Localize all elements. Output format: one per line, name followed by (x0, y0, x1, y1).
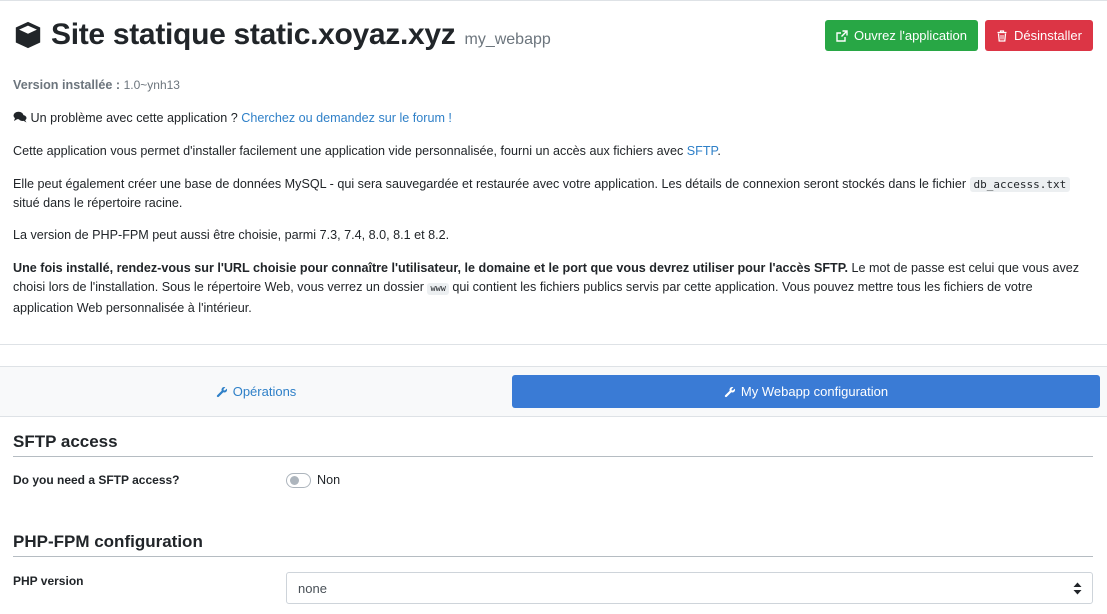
app-id: my_webapp (464, 31, 551, 48)
desc-p1-text: Cette application vous permet d'installe… (13, 144, 684, 158)
forum-text: Un problème avec cette application ? (30, 111, 238, 125)
app-info-page: Site statique static.xoyaz.xyz my_webapp… (0, 0, 1107, 614)
wrench-icon (724, 386, 735, 397)
php-version-label: PHP version (13, 574, 84, 588)
trash-icon (997, 29, 1007, 42)
sftp-question-label: Do you need a SFTP access? (13, 473, 180, 487)
tab-operations-label: Opérations (232, 384, 297, 399)
page-title: Site statique static.xoyaz.xyz (51, 18, 456, 51)
sftp-link[interactable]: SFTP (687, 144, 718, 158)
sort-arrows-icon (1073, 582, 1082, 595)
desc-p1-end: . (717, 144, 721, 158)
desc-p2-text: Elle peut également créer une base de do… (13, 177, 967, 191)
toggle-knob (290, 476, 299, 485)
open-app-label: Ouvrez l'application (853, 28, 968, 43)
db-file-code: db_accesss.txt (969, 177, 1071, 192)
tabs-bar: Opérations My Webapp configuration (0, 366, 1107, 417)
forum-link[interactable]: Cherchez ou demandez sur le forum ! (241, 111, 452, 125)
www-folder-code: www (427, 283, 449, 295)
uninstall-button[interactable]: Désinstaller (985, 20, 1093, 51)
divider (0, 344, 1107, 345)
version-label: Version installée : (13, 78, 121, 92)
version-value: 1.0~ynh13 (123, 78, 180, 92)
tab-operations[interactable]: Opérations (7, 375, 505, 408)
open-app-button[interactable]: Ouvrez l'application (825, 20, 978, 51)
forum-help: Un problème avec cette application ? Che… (13, 109, 1093, 128)
php-section-title: PHP-FPM configuration (13, 532, 1093, 557)
tab-webapp-config[interactable]: My Webapp configuration (512, 375, 1100, 408)
cube-icon (15, 21, 41, 49)
description-paragraph-1: Cette application vous permet d'installe… (13, 142, 1093, 161)
description-paragraph-4: Une fois installé, rendez-vous sur l'URL… (13, 259, 1093, 318)
desc-p4-bold: Une fois installé, rendez-vous sur l'URL… (13, 261, 849, 275)
comments-icon (13, 111, 27, 123)
wrench-icon (216, 386, 227, 397)
sftp-toggle[interactable] (286, 473, 311, 488)
desc-p2-end: situé dans le répertoire racine. (13, 196, 183, 210)
sftp-section-title: SFTP access (13, 432, 1093, 457)
uninstall-label: Désinstaller (1014, 28, 1082, 43)
description-paragraph-2: Elle peut également créer une base de do… (13, 175, 1093, 213)
php-version-select[interactable]: none (286, 572, 1093, 604)
installed-version: Version installée : 1.0~ynh13 (13, 76, 1093, 95)
page-header: Site statique static.xoyaz.xyz my_webapp (13, 15, 551, 55)
description-paragraph-3: La version de PHP-FPM peut aussi être ch… (13, 226, 1093, 245)
desc-p3-text: La version de PHP-FPM peut aussi être ch… (13, 228, 450, 242)
tab-config-label: My Webapp configuration (740, 384, 889, 399)
php-version-value: none (298, 580, 327, 596)
sftp-toggle-value: Non (317, 473, 341, 487)
external-link-icon (836, 29, 848, 42)
